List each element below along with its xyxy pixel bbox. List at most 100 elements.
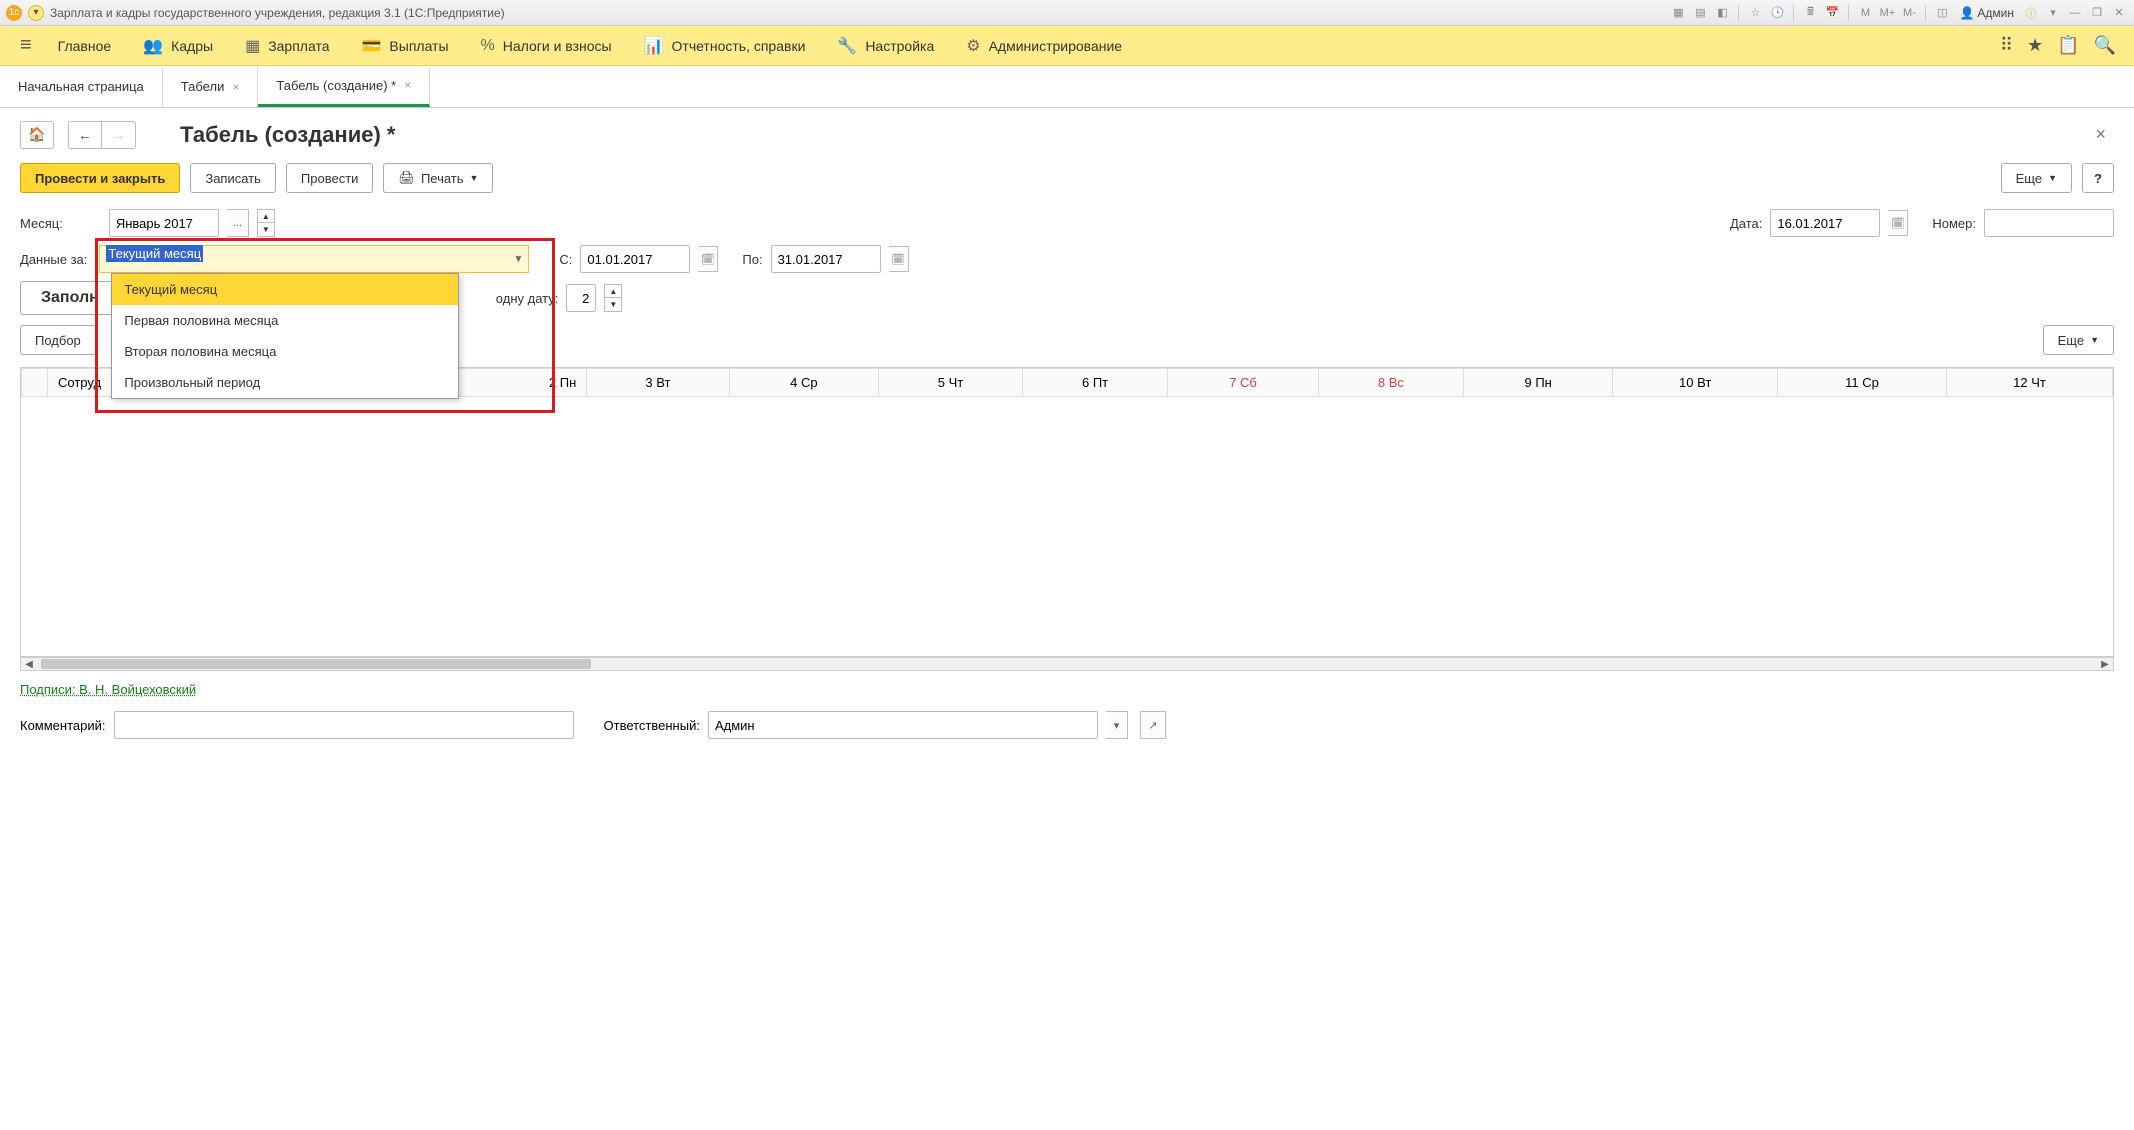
- nav-zarplata[interactable]: ▦Зарплата: [229, 26, 345, 65]
- star-icon[interactable]: ★: [2027, 35, 2043, 56]
- forward-button[interactable]: →: [102, 121, 136, 149]
- search-icon[interactable]: 🔍: [2094, 35, 2116, 56]
- chevron-down-icon[interactable]: ▼: [508, 246, 528, 272]
- month-ellipsis-button[interactable]: ...: [227, 209, 249, 237]
- print-button[interactable]: 🖨Печать▼: [383, 163, 493, 193]
- responsible-field[interactable]: [708, 711, 1098, 739]
- calendar-icon[interactable]: 📅: [1823, 4, 1841, 22]
- month-label: Месяц:: [20, 216, 63, 231]
- minimize-button[interactable]: —: [2066, 4, 2084, 22]
- col-5cht[interactable]: 5 Чт: [879, 369, 1023, 397]
- nav-vyplaty[interactable]: 💳Выплаты: [346, 26, 465, 65]
- nav-nalogi[interactable]: %Налоги и взносы: [465, 26, 628, 65]
- nav-kadry[interactable]: 👥Кадры: [127, 26, 229, 65]
- dropdown-item-arbitrary[interactable]: Произвольный период: [112, 367, 458, 398]
- close-icon[interactable]: ×: [404, 78, 411, 92]
- scroll-left-icon[interactable]: ◀: [21, 658, 37, 670]
- col-12cht[interactable]: 12 Чт: [1947, 369, 2113, 397]
- comment-field[interactable]: [114, 711, 574, 739]
- maximize-button[interactable]: ❐: [2088, 4, 2106, 22]
- nav-main[interactable]: Главное: [42, 26, 128, 65]
- responsible-label: Ответственный:: [604, 718, 700, 733]
- grid-icon: ▦: [245, 36, 260, 56]
- col-6pt[interactable]: 6 Пт: [1022, 369, 1168, 397]
- data-for-combo[interactable]: Текущий месяц ▼ Текущий месяц Первая пол…: [99, 245, 529, 273]
- nav-admin[interactable]: ⚙Администрирование: [950, 26, 1138, 65]
- m-btn[interactable]: M: [1856, 4, 1874, 22]
- tb-btn-3[interactable]: ◧: [1713, 4, 1731, 22]
- panel-icon[interactable]: ◫: [1933, 4, 1951, 22]
- to-date-field[interactable]: [771, 245, 881, 273]
- info-icon[interactable]: ⓘ: [2022, 4, 2040, 22]
- more-button[interactable]: Еще ▼: [2001, 163, 2072, 193]
- write-button[interactable]: Записать: [190, 163, 276, 193]
- col-2pn[interactable]: 2 Пн: [437, 369, 586, 397]
- tab-start-page[interactable]: Начальная страница: [0, 66, 163, 107]
- action-toolbar: Провести и закрыть Записать Провести 🖨Пе…: [0, 155, 2134, 205]
- page-title: Табель (создание) *: [180, 122, 395, 148]
- dropdown-item-second-half[interactable]: Вторая половина месяца: [112, 336, 458, 367]
- dropdown2-icon[interactable]: ▾: [2044, 4, 2062, 22]
- fill-button[interactable]: Заполн: [20, 281, 120, 315]
- responsible-open-button[interactable]: ↗: [1140, 711, 1166, 739]
- close-icon[interactable]: ×: [232, 80, 239, 94]
- favorite-icon[interactable]: ☆: [1746, 4, 1764, 22]
- hamburger-icon[interactable]: ≡: [10, 34, 42, 57]
- data-for-row: Данные за: Текущий месяц ▼ Текущий месяц…: [0, 241, 2134, 277]
- apps-icon[interactable]: ⠿: [2000, 35, 2013, 56]
- responsible-dropdown-button[interactable]: ▾: [1106, 711, 1128, 739]
- col-10vt[interactable]: 10 Вт: [1613, 369, 1778, 397]
- one-date-field[interactable]: [566, 284, 596, 312]
- horizontal-scrollbar[interactable]: ◀ ▶: [20, 657, 2114, 671]
- data-for-input[interactable]: Текущий месяц: [99, 245, 529, 273]
- from-date-field[interactable]: [580, 245, 690, 273]
- calendar-icon[interactable]: 🗓: [698, 246, 718, 272]
- month-field[interactable]: [109, 209, 219, 237]
- page-close-button[interactable]: ×: [2087, 120, 2114, 149]
- tab-tabeli[interactable]: Табели×: [163, 66, 259, 107]
- scroll-thumb[interactable]: [41, 659, 591, 669]
- tab-tabel-create[interactable]: Табель (создание) *×: [258, 66, 430, 107]
- month-spinner[interactable]: ▲ ▼: [257, 209, 275, 237]
- help-button[interactable]: ?: [2082, 163, 2114, 193]
- post-and-close-button[interactable]: Провести и закрыть: [20, 163, 180, 193]
- col-11sr[interactable]: 11 Ср: [1777, 369, 1946, 397]
- dropdown-icon[interactable]: ▾: [28, 5, 44, 21]
- nav-otchet[interactable]: 📊Отчетность, справки: [628, 26, 822, 65]
- signatures-link[interactable]: Подписи: В. Н. Войцеховский: [20, 682, 196, 697]
- spin-up-icon[interactable]: ▲: [257, 209, 275, 223]
- post-button[interactable]: Провести: [286, 163, 374, 193]
- spin-down-icon[interactable]: ▼: [604, 298, 622, 312]
- col-3vt[interactable]: 3 Вт: [587, 369, 729, 397]
- back-button[interactable]: ←: [68, 121, 102, 149]
- spin-down-icon[interactable]: ▼: [257, 223, 275, 237]
- calendar-icon[interactable]: 🗓: [1888, 210, 1908, 236]
- spin-up-icon[interactable]: ▲: [604, 284, 622, 298]
- tb-btn-2[interactable]: ▤: [1691, 4, 1709, 22]
- home-button[interactable]: 🏠: [20, 121, 54, 149]
- dropdown-item-first-half[interactable]: Первая половина месяца: [112, 305, 458, 336]
- one-date-spinner[interactable]: ▲ ▼: [604, 284, 622, 312]
- mminus-btn[interactable]: M-: [1900, 4, 1918, 22]
- history-icon[interactable]: 🕓: [1768, 4, 1786, 22]
- number-field[interactable]: [1984, 209, 2114, 237]
- user-indicator[interactable]: 👤 Админ: [1955, 6, 2018, 20]
- table-empty-row: [22, 397, 2113, 627]
- clipboard-icon[interactable]: 📋: [2057, 35, 2079, 56]
- calendar-icon[interactable]: 🗓: [889, 246, 909, 272]
- date-field[interactable]: [1770, 209, 1880, 237]
- scroll-right-icon[interactable]: ▶: [2097, 658, 2113, 670]
- nav-nastroyka[interactable]: 🔧Настройка: [821, 26, 950, 65]
- col-rownum[interactable]: [22, 369, 48, 397]
- close-window-button[interactable]: ✕: [2110, 4, 2128, 22]
- col-9pn[interactable]: 9 Пн: [1463, 369, 1612, 397]
- podbor-button[interactable]: Подбор: [20, 325, 96, 355]
- dropdown-item-current[interactable]: Текущий месяц: [112, 274, 458, 305]
- table-more-button[interactable]: Еще ▼: [2043, 325, 2114, 355]
- col-4sr[interactable]: 4 Ср: [729, 369, 879, 397]
- calc-icon[interactable]: 🖩: [1801, 4, 1819, 22]
- col-7sb[interactable]: 7 Сб: [1168, 369, 1318, 397]
- mplus-btn[interactable]: M+: [1878, 4, 1896, 22]
- tb-btn-1[interactable]: ▦: [1669, 4, 1687, 22]
- col-8vs[interactable]: 8 Вс: [1318, 369, 1463, 397]
